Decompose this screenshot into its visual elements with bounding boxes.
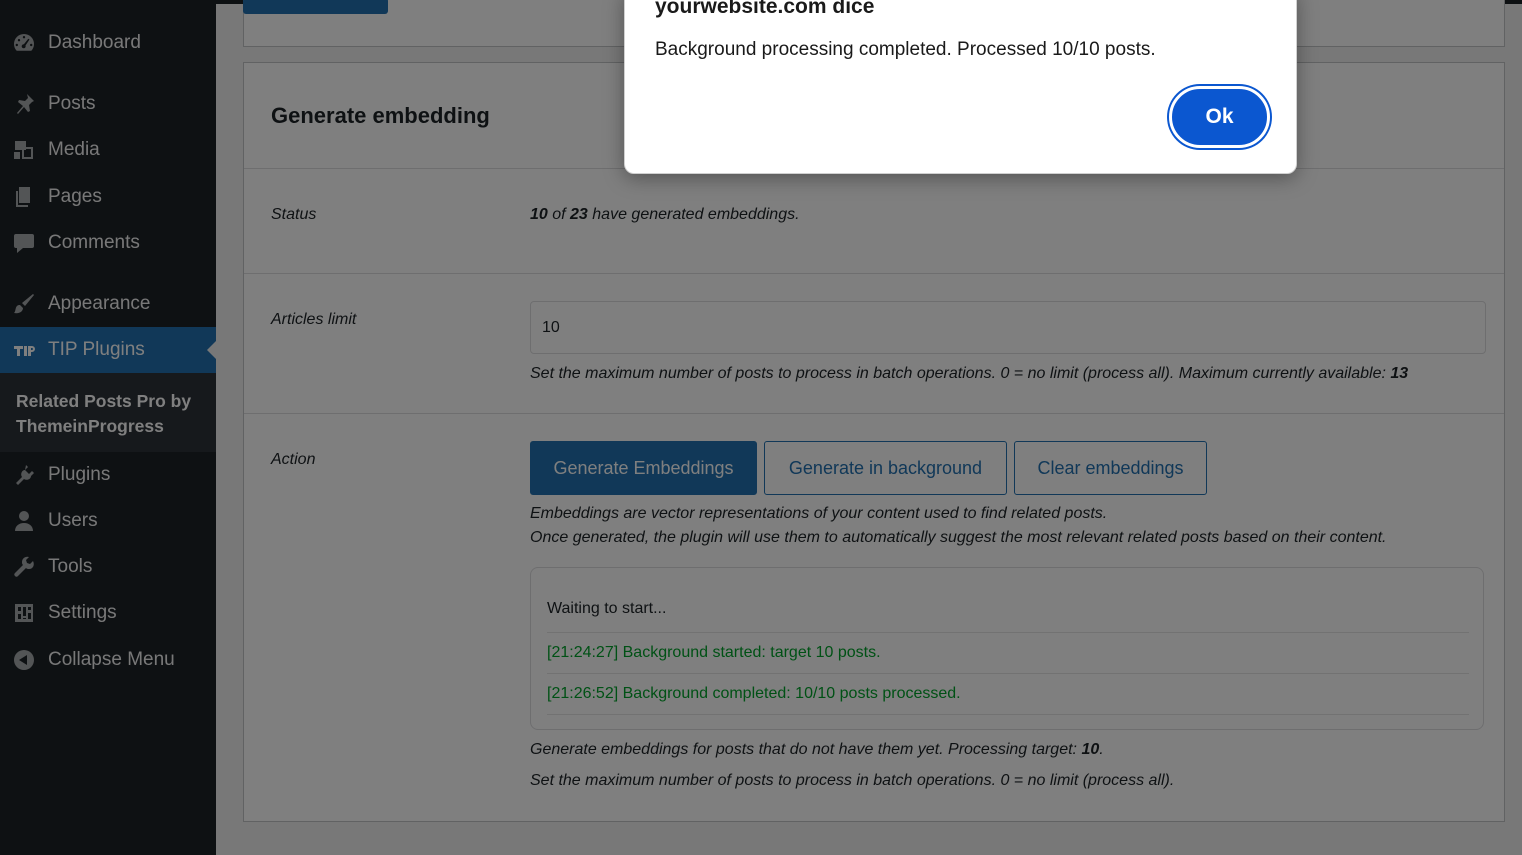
ok-button[interactable]: Ok bbox=[1169, 86, 1270, 148]
alert-dialog: yourwebsite.com dice Background processi… bbox=[624, 0, 1297, 174]
dialog-message: Background processing completed. Process… bbox=[655, 39, 1156, 60]
dialog-title: yourwebsite.com dice bbox=[655, 0, 875, 18]
